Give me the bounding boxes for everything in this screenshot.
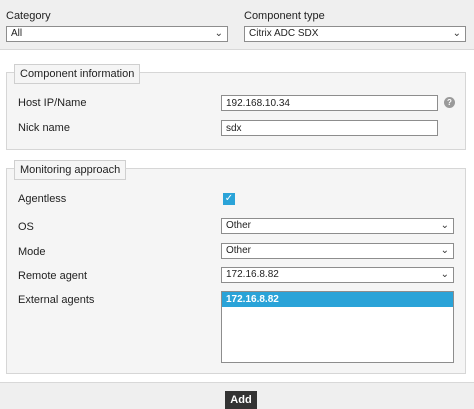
category-select[interactable]: All ⌄ [6, 26, 228, 42]
external-agents-listbox[interactable]: 172.16.8.82 [221, 291, 454, 363]
category-label: Category [6, 10, 51, 22]
chevron-down-icon: ⌄ [214, 28, 223, 39]
nick-name-input[interactable] [221, 120, 438, 136]
category-value: All [11, 28, 23, 39]
external-agents-label: External agents [18, 294, 95, 306]
component-type-select[interactable]: Citrix ADC SDX ⌄ [244, 26, 466, 42]
remote-agent-value: 172.16.8.82 [226, 269, 279, 280]
chevron-down-icon: ⌄ [440, 245, 449, 256]
host-label: Host IP/Name [18, 97, 87, 109]
host-input[interactable] [221, 95, 438, 111]
monitoring-approach-legend: Monitoring approach [14, 160, 127, 180]
remote-agent-label: Remote agent [18, 270, 88, 282]
component-type-label: Component type [244, 10, 325, 22]
agentless-label: Agentless [18, 193, 67, 205]
remote-agent-select[interactable]: 172.16.8.82 ⌄ [221, 267, 454, 283]
add-button[interactable]: Add [225, 391, 257, 409]
os-select[interactable]: Other ⌄ [221, 218, 454, 234]
mode-select[interactable]: Other ⌄ [221, 243, 454, 259]
filter-bar [0, 0, 474, 50]
os-label: OS [18, 221, 34, 233]
component-information-legend: Component information [14, 64, 141, 84]
nick-name-label: Nick name [18, 122, 70, 134]
help-icon[interactable]: ? [444, 97, 455, 108]
mode-label: Mode [18, 246, 46, 258]
os-value: Other [226, 220, 252, 231]
chevron-down-icon: ⌄ [440, 269, 449, 280]
mode-value: Other [226, 245, 252, 256]
component-type-value: Citrix ADC SDX [249, 28, 319, 39]
list-item[interactable]: 172.16.8.82 [222, 292, 453, 307]
agentless-checkbox[interactable]: ✓ [223, 193, 235, 205]
chevron-down-icon: ⌄ [440, 220, 449, 231]
chevron-down-icon: ⌄ [452, 28, 461, 39]
